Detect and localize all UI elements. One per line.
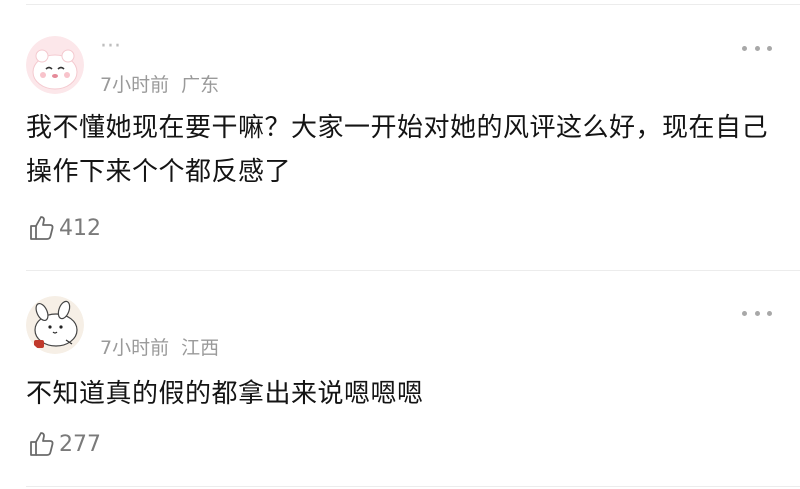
comment-divider bbox=[26, 270, 800, 271]
more-dots-icon[interactable] bbox=[742, 308, 772, 318]
comment-location: 江西 bbox=[181, 337, 220, 359]
like-count: 277 bbox=[59, 431, 101, 457]
comment-meta: 7小时前 广东 bbox=[100, 70, 225, 97]
more-dots-icon[interactable] bbox=[742, 43, 772, 53]
pink-bear-avatar-icon[interactable] bbox=[26, 36, 84, 94]
thumbs-up-icon bbox=[28, 430, 56, 458]
like-button[interactable]: 412 bbox=[28, 214, 101, 242]
white-bunny-avatar-icon[interactable] bbox=[26, 296, 84, 354]
comment-text: 不知道真的假的都拿出来说嗯嗯嗯 bbox=[26, 379, 424, 409]
bottom-divider bbox=[26, 486, 800, 487]
comment-list: ··· 7小时前 广东 我不懂她现在要干嘛？大家一开始对她的风评这么好，现在自己… bbox=[0, 0, 800, 489]
thumbs-up-icon bbox=[28, 214, 56, 242]
username[interactable]: ··· bbox=[100, 34, 121, 59]
top-divider bbox=[26, 4, 800, 5]
like-count: 412 bbox=[59, 215, 101, 241]
comment-meta: 7小时前 江西 bbox=[100, 333, 225, 360]
comment-location: 广东 bbox=[181, 74, 220, 96]
comment-text: 我不懂她现在要干嘛？大家一开始对她的风评这么好，现在自己操作下来个个都反感了 bbox=[26, 113, 769, 187]
comment-time: 7小时前 bbox=[100, 74, 170, 96]
comment-time: 7小时前 bbox=[100, 337, 170, 359]
like-button[interactable]: 277 bbox=[28, 430, 101, 458]
